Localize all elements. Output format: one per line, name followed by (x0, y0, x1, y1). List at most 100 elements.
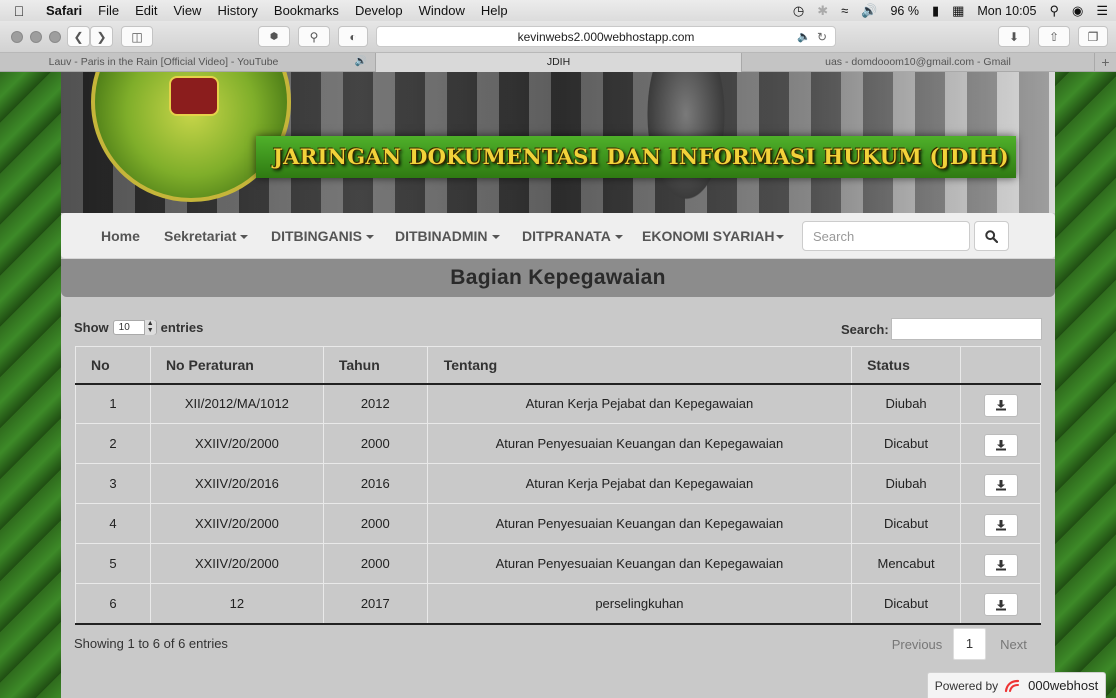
nav-search-input[interactable] (802, 221, 970, 251)
menubar-clock[interactable]: Mon 10:05 (977, 4, 1036, 18)
show-label: Show (74, 320, 109, 335)
cell-status: Dicabut (851, 503, 961, 544)
new-tab-button[interactable]: + (1095, 53, 1116, 72)
host-brand-name: 000webhost (1028, 678, 1099, 693)
time-machine-icon[interactable]: ◷ (793, 3, 804, 19)
download-icon (995, 480, 1006, 491)
nav-ditpranata[interactable]: DITPRANATA (522, 213, 623, 259)
menubar:  Safari File Edit View History Bookmark… (0, 0, 1116, 21)
input-menu-icon[interactable]: ▦ (952, 3, 964, 19)
download-button[interactable] (983, 553, 1018, 577)
back-button[interactable]: ❮ (67, 26, 90, 47)
sidebar-toggle-button[interactable]: ◫ (121, 26, 153, 47)
cell-no: 2 (75, 423, 151, 464)
nav-sekretariat[interactable]: Sekretariat (164, 213, 249, 259)
cell-status: Diubah (851, 463, 961, 504)
site-title: JARINGAN DOKUMENTASI DAN INFORMASI HUKUM… (272, 144, 1010, 169)
site-banner: JARINGAN DOKUMENTASI DAN INFORMASI HUKUM… (61, 72, 1055, 213)
cell-actions (960, 543, 1041, 584)
menu-develop[interactable]: Develop (347, 3, 411, 18)
pagination-previous[interactable]: Previous (881, 637, 953, 652)
minimize-window-button[interactable] (30, 31, 42, 43)
menu-history[interactable]: History (209, 3, 265, 18)
col-header-no-peraturan[interactable]: No Peraturan (149, 346, 324, 385)
cell-actions (960, 503, 1041, 544)
powered-by-badge[interactable]: Powered by 000webhost (927, 672, 1106, 698)
menu-window[interactable]: Window (411, 3, 473, 18)
pagination-next[interactable]: Next (986, 637, 1041, 652)
menu-help[interactable]: Help (473, 3, 516, 18)
menu-view[interactable]: View (166, 3, 210, 18)
zoom-window-button[interactable] (49, 31, 61, 43)
tab-audio-icon[interactable]: 🔈 (797, 27, 811, 47)
wifi-icon[interactable]: ≈ (841, 3, 848, 18)
notification-center-icon[interactable]: ☰ (1096, 3, 1108, 19)
host-logo-icon (1005, 679, 1020, 692)
table-search-label: Search: (841, 322, 889, 337)
menu-edit[interactable]: Edit (127, 3, 165, 18)
entries-select[interactable]: 10 ▲ ▼ (112, 320, 157, 335)
battery-percent[interactable]: 96 % (890, 4, 919, 18)
spotlight-search-icon[interactable]: ⚲ (1049, 3, 1059, 19)
privacy-extension-icon[interactable]: ◐ (338, 26, 368, 47)
nav-ekonomi-syariah[interactable]: EKONOMI SYARIAH (642, 213, 784, 259)
tab-overview-button[interactable]: ❐ (1078, 26, 1108, 47)
nav-label: Sekretariat (164, 228, 237, 244)
col-header-actions (960, 346, 1041, 385)
battery-icon[interactable]: ▮ (932, 3, 939, 19)
apple-menu-icon[interactable]:  (0, 3, 38, 19)
close-window-button[interactable] (11, 31, 23, 43)
col-header-status[interactable]: Status (851, 346, 961, 385)
address-bar[interactable]: kevinwebs2.000webhostapp.com 🔈 ↻ (376, 26, 836, 47)
nav-ditbinadmin[interactable]: DITBINADMIN (395, 213, 500, 259)
col-header-tahun[interactable]: Tahun (322, 346, 428, 385)
menu-file[interactable]: File (90, 3, 127, 18)
table-row: 1 XII/2012/MA/1012 2012 Aturan Kerja Pejaba… (75, 383, 1041, 424)
col-header-tentang[interactable]: Tentang (426, 346, 852, 385)
menu-app-name[interactable]: Safari (38, 3, 90, 18)
nav-label: EKONOMI SYARIAH (642, 228, 775, 244)
volume-icon[interactable]: 🔊 (861, 3, 877, 19)
forward-button[interactable]: ❯ (90, 26, 113, 47)
cell-tentang: Aturan Penyesuaian Keuangan dan Kepegawa… (426, 543, 852, 584)
download-button[interactable] (983, 433, 1018, 457)
menu-bookmarks[interactable]: Bookmarks (266, 3, 347, 18)
share-button[interactable]: ⇧ (1038, 26, 1070, 47)
nav-home[interactable]: Home (101, 213, 140, 259)
table-info: Showing 1 to 6 of 6 entries (74, 636, 228, 651)
nav-ditbinganis[interactable]: DITBINGANIS (271, 213, 374, 259)
col-header-no[interactable]: No (75, 346, 151, 385)
table-search-input[interactable] (891, 318, 1042, 340)
download-button[interactable] (983, 513, 1018, 537)
nav-search-button[interactable] (974, 221, 1009, 251)
table-row: 5 XXIIV/20/2000 2000 Aturan Penyesuaian Keu… (75, 543, 1041, 584)
cell-actions (960, 423, 1041, 464)
downloads-button[interactable]: ⬇ (998, 26, 1030, 47)
cell-no-peraturan: XXIIV/20/2016 (149, 463, 324, 504)
download-button[interactable] (983, 593, 1018, 617)
tab-playing-audio-icon[interactable]: 🔊 (355, 53, 367, 71)
regulations-table: No No Peraturan Tahun Tentang Status 1 XI… (75, 346, 1041, 625)
reload-icon[interactable]: ↻ (817, 27, 827, 47)
cell-tentang: Aturan Penyesuaian Keuangan dan Kepegawa… (426, 423, 852, 464)
nav-label: DITPRANATA (522, 228, 611, 244)
cell-no-peraturan: 12 (149, 583, 324, 625)
browser-tab-youtube[interactable]: Lauv - Paris in the Rain [Official Video… (0, 53, 376, 72)
bluetooth-icon[interactable]: ✱ (817, 3, 828, 19)
download-button[interactable] (983, 473, 1018, 497)
page-background: JARINGAN DOKUMENTASI DAN INFORMASI HUKUM… (0, 72, 1116, 698)
adblock-icon[interactable]: ⬢ (258, 26, 290, 47)
cell-tahun: 2000 (322, 423, 428, 464)
cell-no-peraturan: XXIIV/20/2000 (149, 543, 324, 584)
cell-tahun: 2000 (322, 543, 428, 584)
cell-no-peraturan: XII/2012/MA/1012 (149, 383, 324, 424)
download-icon (995, 440, 1006, 451)
cell-no: 3 (75, 463, 151, 504)
download-button[interactable] (983, 393, 1018, 417)
pagination-page[interactable]: 1 (953, 628, 986, 660)
search-extension-icon[interactable]: ⚲ (298, 26, 330, 47)
cell-tahun: 2012 (322, 383, 428, 424)
siri-icon[interactable]: ◉ (1072, 3, 1083, 19)
browser-tab-jdih[interactable]: JDIH (376, 53, 742, 72)
browser-tab-gmail[interactable]: uas - domdooom10@gmail.com - Gmail (742, 53, 1095, 72)
